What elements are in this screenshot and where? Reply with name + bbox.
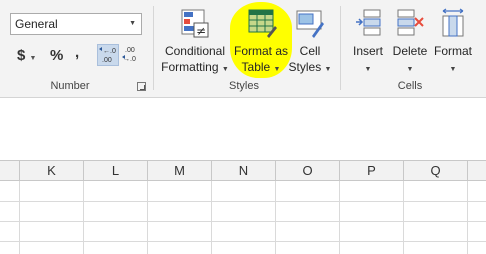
delete-cells-icon <box>397 9 424 36</box>
currency-format-button[interactable]: $ ▼ <box>17 47 36 64</box>
column-gridline <box>275 181 276 254</box>
chevron-down-icon: ▼ <box>406 66 414 73</box>
row-gridline <box>0 221 486 222</box>
currency-symbol: $ <box>17 47 26 64</box>
column-header-n[interactable]: N <box>212 161 276 180</box>
format-as-table-button[interactable]: Format as Table ▼ <box>231 6 291 78</box>
number-format-value: General <box>15 17 58 31</box>
chevron-down-icon: ▼ <box>29 55 37 62</box>
worksheet-grid[interactable] <box>0 181 486 254</box>
comma-style-button[interactable]: , <box>75 44 79 61</box>
chevron-down-icon: ▼ <box>449 66 457 73</box>
column-gridline <box>83 181 84 254</box>
percent-symbol: % <box>50 47 64 64</box>
svg-text:←.0: ←.0 <box>103 48 116 55</box>
cell-styles-label-1: Cell <box>299 44 321 58</box>
comma-symbol: , <box>75 44 80 61</box>
delete-label: Delete <box>392 44 428 58</box>
chevron-down-icon: ▼ <box>129 20 136 27</box>
group-separator <box>153 6 154 90</box>
conditional-formatting-button[interactable]: ≠ Conditional Formatting ▼ <box>160 6 230 78</box>
insert-label: Insert <box>352 44 383 58</box>
column-header-spacer <box>0 161 20 180</box>
row-gridline <box>0 241 486 242</box>
column-header-k[interactable]: K <box>20 161 84 180</box>
svg-text:≠: ≠ <box>196 24 206 38</box>
column-header-l[interactable]: L <box>84 161 148 180</box>
format-as-table-label-1: Format as <box>233 44 288 58</box>
cell-styles-label-2: Styles ▼ <box>288 60 332 74</box>
format-cells-icon <box>442 8 464 37</box>
decrease-decimal-icon: .00 →.0 <box>122 47 136 63</box>
conditional-formatting-label-1: Conditional <box>164 44 226 58</box>
cell-styles-icon <box>296 10 324 38</box>
format-label: Format <box>433 44 472 58</box>
cells-group-label: Cells <box>397 80 423 92</box>
row-gridline <box>0 201 486 202</box>
column-gridline <box>467 181 468 254</box>
svg-text:.00: .00 <box>125 47 135 54</box>
conditional-formatting-label-2: Formatting ▼ <box>161 60 229 74</box>
column-gridline <box>211 181 212 254</box>
formula-area-blank <box>0 98 486 160</box>
group-separator <box>340 6 341 90</box>
column-header-p[interactable]: P <box>340 161 404 180</box>
column-header-row: K L M N O P Q <box>0 160 486 181</box>
increase-decimal-button[interactable]: ←.0 .00 <box>97 44 119 66</box>
percent-style-button[interactable]: % <box>50 47 63 64</box>
column-header-m[interactable]: M <box>148 161 212 180</box>
increase-decimal-icon: ←.0 .00 <box>99 47 116 64</box>
delete-cells-button[interactable]: Delete ▼ <box>390 6 430 78</box>
number-format-dropdown[interactable]: General ▼ <box>10 13 142 35</box>
svg-text:.00: .00 <box>102 57 112 64</box>
styles-group-label: Styles <box>229 80 259 92</box>
number-dialog-launcher-icon[interactable] <box>137 82 146 91</box>
cell-styles-button[interactable]: Cell Styles ▼ <box>288 6 332 78</box>
number-group-label: Number <box>50 80 90 92</box>
column-gridline <box>403 181 404 254</box>
format-cells-button[interactable]: Format ▼ <box>432 6 474 78</box>
decrease-decimal-button[interactable]: .00 →.0 <box>121 44 143 66</box>
column-gridline <box>19 181 20 254</box>
column-gridline <box>339 181 340 254</box>
conditional-formatting-icon: ≠ <box>181 9 209 38</box>
column-header-q[interactable]: Q <box>404 161 468 180</box>
format-as-table-icon <box>248 9 277 38</box>
chevron-down-icon: ▼ <box>364 66 372 73</box>
format-as-table-label-2: Table ▼ <box>241 60 281 74</box>
column-header-o[interactable]: O <box>276 161 340 180</box>
insert-cells-button[interactable]: Insert ▼ <box>349 6 387 78</box>
insert-cells-icon <box>356 9 381 36</box>
column-gridline <box>147 181 148 254</box>
